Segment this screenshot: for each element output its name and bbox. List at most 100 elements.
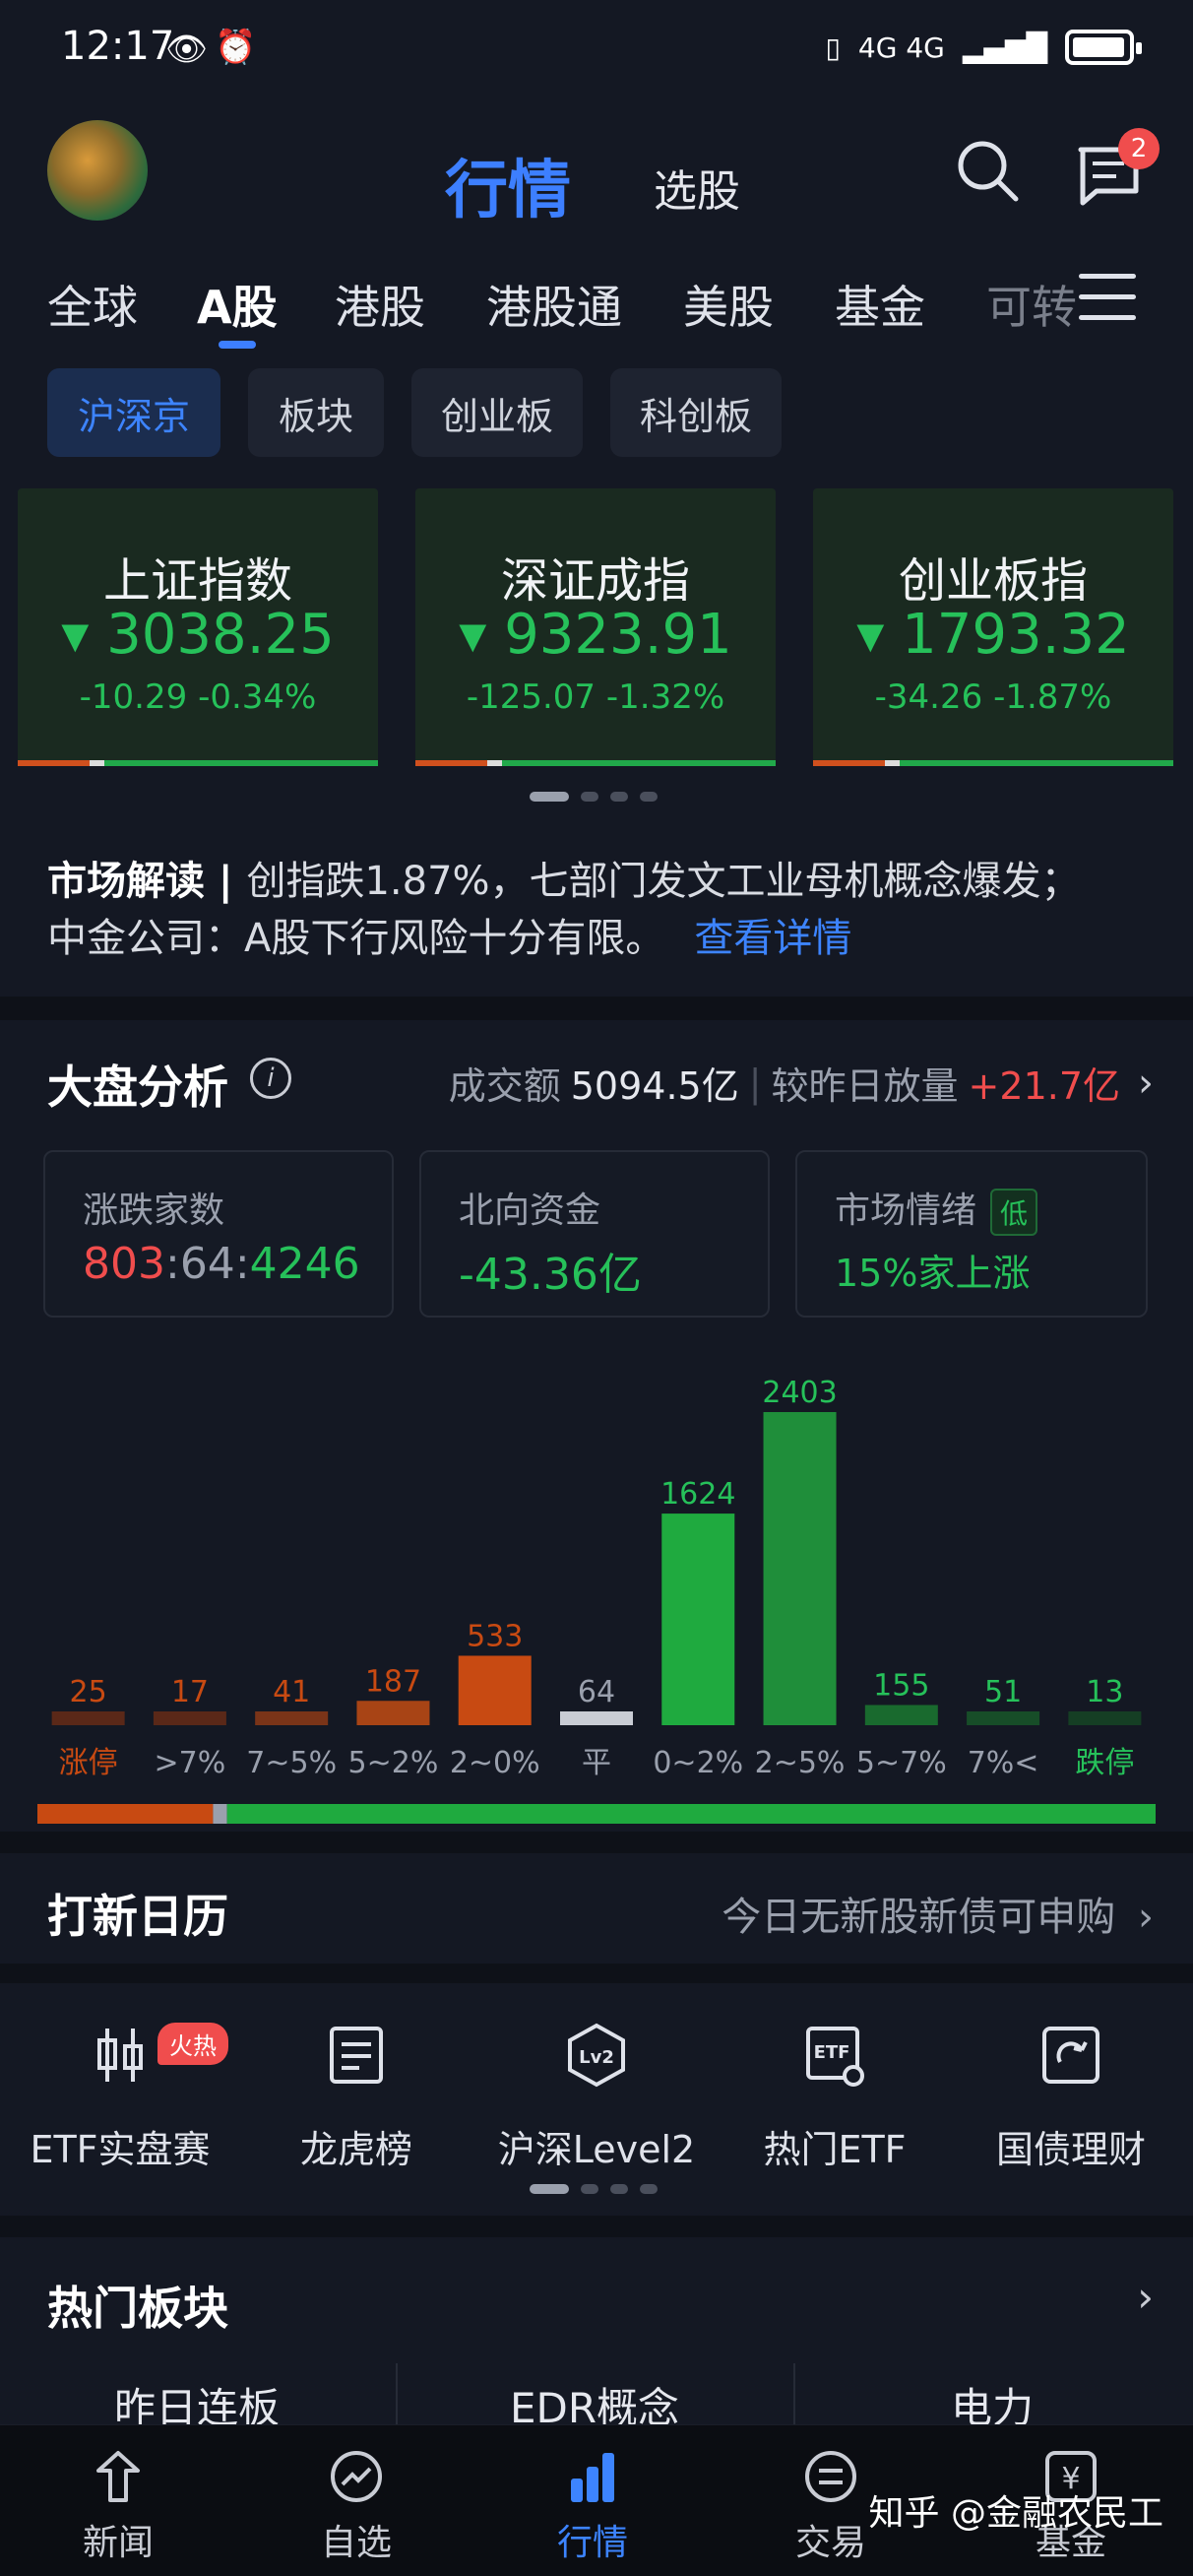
nav-watchlist[interactable]: 自选: [258, 2449, 455, 2567]
category-label: 涨停: [59, 1746, 118, 1780]
updown-box[interactable]: 涨跌家数 803:64:4246: [43, 1150, 394, 1318]
turnover-value: 5094.5亿: [570, 1064, 739, 1108]
chip-star[interactable]: 科创板: [610, 368, 782, 457]
bar-0: [51, 1711, 125, 1725]
vibrate-icon: ▯: [825, 31, 841, 64]
tool-dragon-tiger[interactable]: 龙虎榜: [248, 2023, 465, 2180]
tab-hk[interactable]: 港股: [335, 272, 425, 337]
watermark: 知乎 @金融农民工: [868, 2493, 1163, 2534]
category-label: 2~5%: [755, 1746, 846, 1780]
tool-label: 沪深Level2: [497, 2128, 696, 2171]
updown-label: 涨跌家数: [83, 1191, 225, 1231]
tab-us[interactable]: 美股: [683, 272, 774, 337]
ipo-calendar[interactable]: 打新日历 今日无新股新债可申购 ›: [0, 1853, 1193, 1964]
nav-news[interactable]: 新闻: [20, 2449, 217, 2567]
index-card[interactable]: 创业板指 ▾ 1793.32 -34.26 -1.87%: [813, 488, 1173, 766]
hot-sectors: 热门板块 › 昨日连板 EDR概念 电力: [0, 2237, 1193, 2434]
tab-stock-picker[interactable]: 选股: [654, 156, 740, 219]
ratio-bar: [813, 760, 1173, 766]
index-value: ▾ 3038.25: [61, 603, 335, 667]
status-bar: 12:17 👁 ⏰ ▯ 4G 4G ▂▄▆█: [0, 0, 1193, 98]
nav-label: 行情: [556, 2523, 628, 2563]
alarm-icon: ⏰: [215, 28, 257, 67]
bar-value-label: 25: [70, 1675, 107, 1709]
index-cards: 上证指数 ▾ 3038.25 -10.29 -0.34% 深证成指 ▾ 9323…: [0, 463, 1193, 807]
level2-icon: Lv2: [568, 2023, 625, 2088]
avatar[interactable]: [47, 120, 148, 221]
view-details-link[interactable]: 查看详情: [694, 916, 851, 961]
index-card[interactable]: 上证指数 ▾ 3038.25 -10.29 -0.34%: [18, 488, 378, 766]
bar-value-label: 1624: [660, 1477, 735, 1512]
northbound-box[interactable]: 北向资金 -43.36亿: [419, 1150, 770, 1318]
tab-convertible[interactable]: 可转: [986, 272, 1077, 337]
bar-value-label: 51: [984, 1675, 1022, 1709]
watchlist-icon: [331, 2451, 382, 2502]
sentiment-label-row: 市场情绪低: [835, 1182, 1038, 1236]
tool-bond[interactable]: 国债理财: [963, 2023, 1179, 2180]
bar-chart-icon: [571, 2453, 614, 2502]
battery-icon: [1065, 30, 1142, 65]
status-time: 12:17: [61, 24, 175, 69]
card-pager: [0, 792, 1193, 802]
tab-hk-connect[interactable]: 港股通: [486, 272, 622, 337]
bar-5: [560, 1711, 633, 1725]
turnover-label: 成交额: [448, 1064, 561, 1108]
bar-4: [458, 1655, 532, 1725]
tab-fund[interactable]: 基金: [835, 272, 925, 337]
index-card[interactable]: 深证成指 ▾ 9323.91 -125.07 -1.32%: [415, 488, 776, 766]
bar-2: [255, 1711, 329, 1725]
chevron-right-icon[interactable]: ›: [1137, 2273, 1154, 2321]
bar-value-label: 64: [578, 1675, 615, 1709]
tool-pager: [0, 2184, 1193, 2194]
category-label: 7~5%: [246, 1746, 337, 1780]
updown-value: 803:64:4246: [83, 1239, 360, 1289]
menu-icon[interactable]: [1079, 274, 1136, 321]
interp-line1: 市场解读 | 创指跌1.87%，七部门发文工业母机概念爆发；: [47, 859, 1081, 904]
bar-value-label: 533: [467, 1619, 523, 1653]
list-doc-icon: [330, 2027, 383, 2084]
category-label: >7%: [155, 1746, 226, 1780]
ratio-bar: [18, 760, 378, 766]
tab-market[interactable]: 行情: [445, 140, 571, 230]
index-name: 深证成指: [500, 553, 690, 609]
sub-tabs: 沪深京 板块 创业板 科创板: [0, 354, 1193, 463]
sentiment-box[interactable]: 市场情绪低 15%家上涨: [795, 1150, 1148, 1318]
index-name: 创业板指: [898, 553, 1088, 609]
status-right: ▯ 4G 4G ▂▄▆█: [825, 30, 1142, 65]
news-icon: [96, 2451, 140, 2502]
interp-line2: 中金公司：A股下行风险十分有限。 查看详情: [47, 906, 851, 963]
nav-label: 新闻: [82, 2523, 154, 2563]
turnover-summary[interactable]: 成交额 5094.5亿 | 较昨日放量 +21.7亿 ›: [449, 1056, 1154, 1110]
svg-text:ETF: ETF: [814, 2042, 850, 2063]
sentiment-tag: 低: [990, 1189, 1038, 1236]
bar-value-label: 41: [273, 1675, 310, 1709]
bar-value-label: 17: [171, 1675, 209, 1709]
index-change: -10.29 -0.34%: [79, 677, 317, 717]
bar-value-label: 13: [1086, 1675, 1123, 1709]
category-label: 平: [582, 1746, 611, 1780]
tool-label: 龙虎榜: [299, 2128, 412, 2171]
category-label: 7%<: [968, 1746, 1039, 1780]
tab-a-share[interactable]: A股: [197, 272, 278, 337]
distribution-chart[interactable]: 25 涨停 17 >7% 41 7~5% 187 5~2% 533 2~0% 64 平 1624 0~2%…: [0, 1335, 1193, 1828]
eye-icon: 👁: [165, 30, 209, 69]
tab-global[interactable]: 全球: [47, 272, 138, 337]
bottom-nav: 新闻 自选 行情 交易 ¥ 基金 知乎 @金融农民工: [0, 2424, 1193, 2576]
chip-sector[interactable]: 板块: [248, 368, 384, 457]
index-name: 上证指数: [102, 553, 292, 609]
bar-10: [1068, 1711, 1142, 1725]
trade-icon: [805, 2451, 856, 2502]
message-badge: 2: [1118, 128, 1160, 169]
chip-gem[interactable]: 创业板: [411, 368, 583, 457]
tool-hot-etf[interactable]: ETF 热门ETF: [726, 2023, 943, 2180]
info-icon[interactable]: i: [250, 1058, 291, 1099]
ratio-flat: [213, 1804, 227, 1824]
interp-text2: 中金公司：A股下行风险十分有限。: [47, 916, 665, 961]
nav-market[interactable]: 行情: [494, 2449, 691, 2567]
etf-icon: ETF: [806, 2027, 864, 2087]
search-icon[interactable]: [955, 138, 1020, 203]
index-value: ▾ 9323.91: [459, 603, 732, 667]
chip-hs[interactable]: 沪深京: [47, 368, 220, 457]
bar-value-label: 187: [365, 1664, 421, 1699]
tool-level2[interactable]: Lv2 沪深Level2: [488, 2023, 705, 2180]
